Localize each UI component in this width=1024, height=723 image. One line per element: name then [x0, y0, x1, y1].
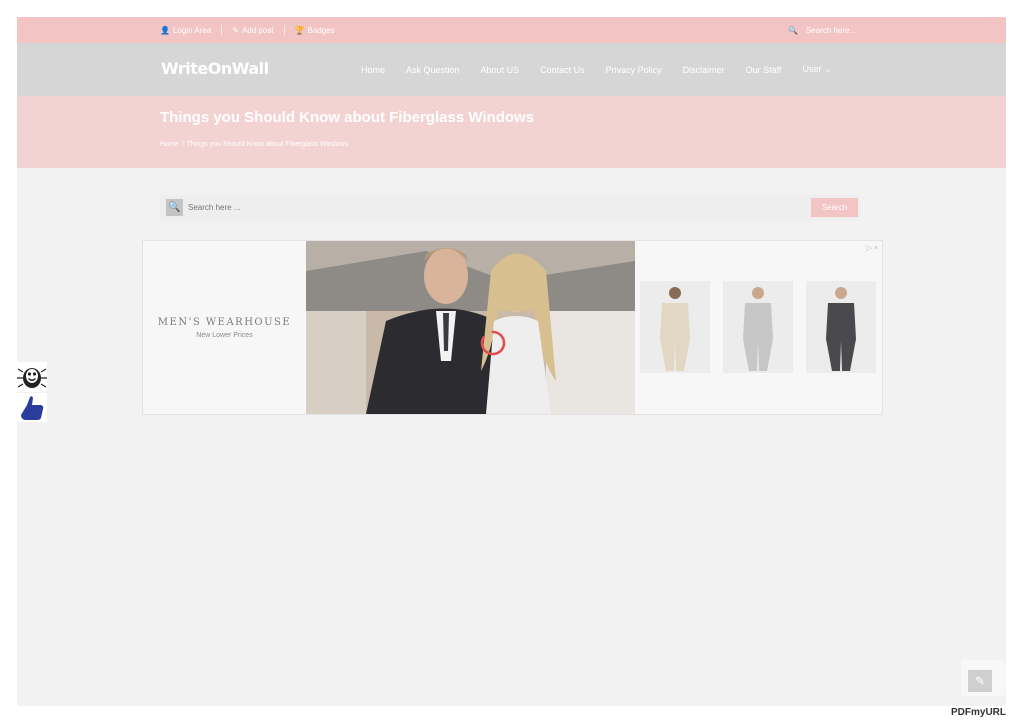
edit-button[interactable]: ✎: [968, 670, 992, 692]
divider: [283, 25, 285, 35]
breadcrumb-current: Things you Should Know about Fiberglass …: [186, 141, 349, 148]
ad-brand-name: MEN'S WEARHOUSE: [157, 316, 292, 328]
ad-banner[interactable]: MEN'S WEARHOUSE New Lower Prices ▷ ×: [142, 240, 883, 415]
nav-ask-question[interactable]: Ask Question: [406, 65, 460, 75]
breadcrumb-home[interactable]: Home: [160, 141, 179, 148]
nav-our-staff[interactable]: Our Staff: [746, 65, 782, 75]
bug-icon: [17, 368, 47, 388]
top-bar: 👤 Login Area ✎ Add post 🏆 Badges 🔍 Searc…: [17, 17, 1006, 43]
login-link[interactable]: 👤 Login Area: [160, 26, 211, 35]
login-label: Login Area: [172, 25, 212, 35]
add-post-link[interactable]: ✎ Add post: [232, 26, 273, 35]
loading-spinner-icon: [480, 330, 506, 356]
page-overlay: 👤 Login Area ✎ Add post 🏆 Badges 🔍 Searc…: [17, 17, 1006, 706]
hand-widget[interactable]: [17, 393, 47, 422]
main-nav: Home Ask Question About US Contact Us Pr…: [361, 43, 832, 96]
pointing-hand-icon: [21, 396, 44, 420]
ad-photo-couple[interactable]: [306, 241, 635, 414]
suit-figure-icon: [723, 281, 793, 373]
breadcrumb-separator: /: [181, 141, 184, 148]
content-search-bar: 🔍 Search: [160, 195, 860, 221]
badges-label: Badges: [307, 25, 335, 35]
nav-contact-us[interactable]: Contact Us: [540, 65, 585, 75]
badges-link[interactable]: 🏆 Badges: [295, 26, 335, 35]
pencil-icon: ✎: [974, 674, 986, 688]
chevron-down-icon: ⌄: [824, 64, 832, 74]
adchoices-icon[interactable]: ▷: [867, 245, 872, 252]
search-icon: 🔍: [166, 199, 183, 216]
search-icon: 🔍: [788, 25, 798, 35]
ad-product-thumb[interactable]: [806, 281, 876, 373]
suit-figure-icon: [640, 281, 710, 373]
ad-product-thumb[interactable]: [640, 281, 710, 373]
suit-figure-icon: [806, 281, 876, 373]
ad-product-thumb[interactable]: [723, 281, 793, 373]
top-search-placeholder[interactable]: Search here...: [806, 26, 856, 35]
ad-brand-tagline: New Lower Prices: [196, 331, 253, 339]
breadcrumb: Home / Things you Should Know about Fibe…: [160, 141, 348, 148]
user-icon: 👤: [160, 25, 170, 35]
ad-product-thumbs: [640, 281, 876, 373]
nav-user-label: User: [802, 64, 822, 74]
search-button[interactable]: Search: [811, 198, 858, 217]
nav-user[interactable]: User ⌄: [803, 64, 832, 75]
search-input[interactable]: [186, 199, 810, 216]
site-header: WriteOnWall Home Ask Question About US C…: [17, 43, 1006, 96]
nav-disclaimer[interactable]: Disclaimer: [683, 65, 725, 75]
page-title: Things you Should Know about Fiberglass …: [160, 109, 535, 126]
trophy-icon: 🏆: [294, 25, 305, 35]
add-post-label: Add post: [241, 25, 274, 35]
site-logo[interactable]: WriteOnWall: [161, 59, 269, 78]
ad-choices[interactable]: ▷ ×: [867, 244, 878, 252]
top-search[interactable]: 🔍 Search here...: [788, 17, 856, 43]
title-band: Things you Should Know about Fiberglass …: [17, 96, 1006, 168]
side-widgets: [17, 362, 47, 422]
nav-privacy-policy[interactable]: Privacy Policy: [606, 65, 662, 75]
close-icon[interactable]: ×: [874, 245, 878, 252]
divider: [221, 25, 223, 35]
top-links: 👤 Login Area ✎ Add post 🏆 Badges: [160, 17, 335, 43]
pdfmyurl-logo: PDFmyURL: [951, 707, 1007, 718]
bug-widget[interactable]: [17, 362, 47, 392]
pencil-icon: ✎: [232, 25, 239, 35]
nav-home[interactable]: Home: [361, 65, 385, 75]
nav-about-us[interactable]: About US: [481, 65, 520, 75]
ad-brand-panel[interactable]: MEN'S WEARHOUSE New Lower Prices: [143, 241, 306, 414]
